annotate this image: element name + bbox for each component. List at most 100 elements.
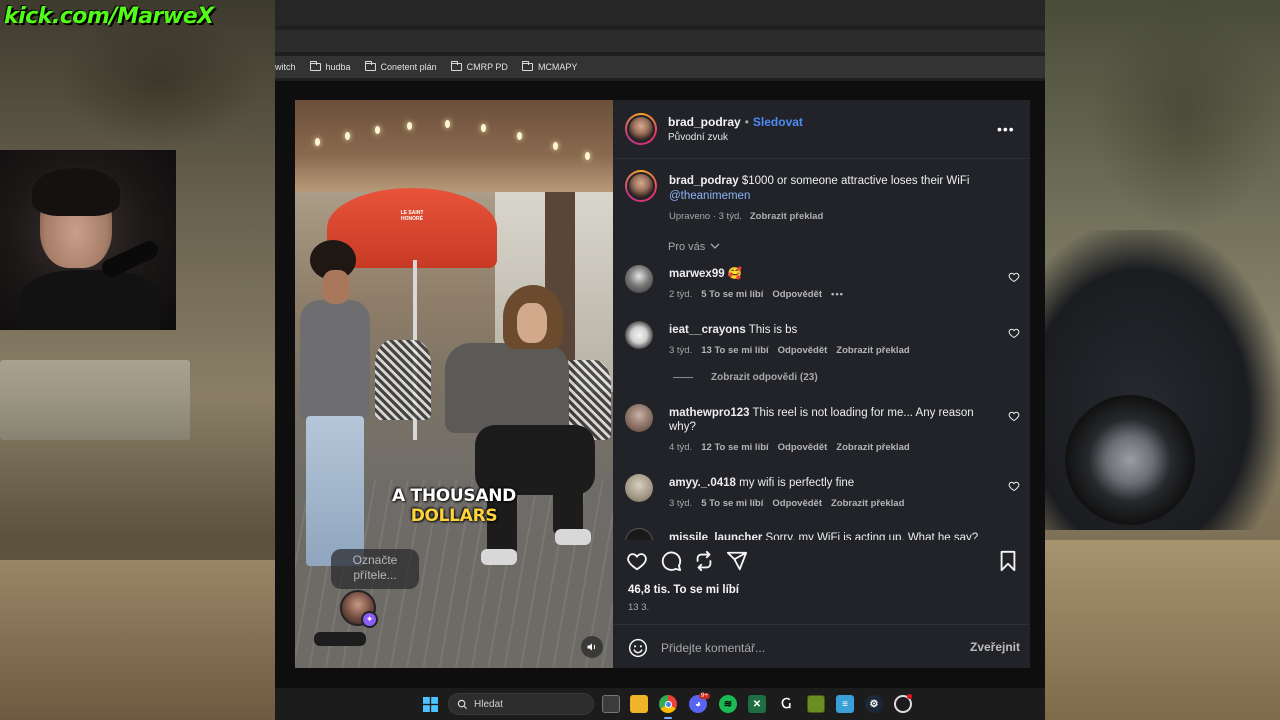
emoji-icon[interactable] <box>628 638 648 658</box>
comment-meta: 3 týd. 13 To se mi líbí Odpovědět Zobrazit … <box>669 345 919 356</box>
reply-button[interactable]: Odpovědět <box>778 345 828 356</box>
caption-author-avatar[interactable] <box>625 170 657 202</box>
translate-link[interactable]: Zobrazit překlad <box>836 442 909 453</box>
commenter-avatar[interactable] <box>625 404 653 432</box>
commenter-avatar[interactable] <box>625 474 653 502</box>
caption-line-1: A THOUSAND <box>392 486 516 506</box>
commenter-avatar[interactable] <box>625 528 653 540</box>
video-chair <box>375 340 431 420</box>
speaker-icon <box>587 643 596 651</box>
search-label: Hledat <box>474 698 503 710</box>
heart-icon[interactable] <box>626 550 648 572</box>
streamer-webcam <box>0 150 176 330</box>
bookmark-folder[interactable]: MCMAPY <box>521 61 577 72</box>
bookmark-icon[interactable] <box>997 550 1019 572</box>
comment-bar-divider <box>613 624 1030 625</box>
reply-button[interactable]: Odpovědět <box>772 289 822 300</box>
repost-icon[interactable] <box>693 550 715 572</box>
for-you-label: Pro vás <box>668 241 706 253</box>
comment-text: 🥰 <box>727 268 743 280</box>
bookmark-label: CMRP PD <box>466 62 508 72</box>
for-you-dropdown[interactable]: Pro vás <box>668 241 720 253</box>
comments-clip: missile_launcher Sorry, my WiFi is actin… <box>613 528 1030 540</box>
video-string-lights <box>295 108 613 168</box>
send-icon[interactable] <box>726 550 748 572</box>
chrome-active-indicator <box>664 717 672 719</box>
translate-link[interactable]: Zobrazit překlad <box>836 345 909 356</box>
excel-icon[interactable]: ✕ <box>748 695 766 713</box>
bookmarks-bar: witch hudba Conetent plán CMRP PD MCMAPY <box>275 56 1045 78</box>
notification-dot <box>907 694 912 699</box>
stream-palm-right <box>1090 0 1280 230</box>
comment-text: my wifi is perfectly fine <box>739 477 855 489</box>
post-details-pane: brad_podray • Sledovat Původní zvuk ••• br… <box>613 100 1030 668</box>
notepad-icon[interactable]: ≡ <box>836 695 854 713</box>
comment-like-icon[interactable] <box>1008 410 1020 422</box>
windows-start-icon[interactable] <box>423 697 438 712</box>
comment-likes[interactable]: 12 To se mi líbí <box>701 442 768 453</box>
reply-button[interactable]: Odpovědět <box>778 442 828 453</box>
bookmark-folder[interactable]: hudba <box>309 61 351 72</box>
caption-text: $1000 or someone attractive loses their … <box>741 175 970 187</box>
tag-friend-bubble[interactable]: Označte přítele... <box>331 549 419 589</box>
caption-username[interactable]: brad_podray <box>669 175 739 187</box>
stream-bench <box>0 360 190 440</box>
caption-mention[interactable]: @theanimemen <box>669 190 750 202</box>
post-comment-button[interactable]: Zveřejnit <box>970 640 1020 654</box>
follow-button[interactable]: Sledovat <box>753 115 803 129</box>
task-view-icon[interactable] <box>602 695 620 713</box>
comment-username[interactable]: missile_launcher <box>669 532 762 540</box>
comment-likes[interactable]: 5 To se mi líbí <box>701 498 763 509</box>
add-comment-bar: Zveřejnit <box>613 628 1030 668</box>
comment-age: 2 týd. <box>669 289 693 300</box>
minecraft-icon[interactable] <box>807 695 825 713</box>
spotify-icon[interactable]: ≋ <box>719 695 737 713</box>
likes-count[interactable]: 46,8 tis. To se mi líbí <box>628 584 739 596</box>
audio-label[interactable]: Původní zvuk <box>668 132 728 143</box>
comment-username[interactable]: mathewpro123 <box>669 407 750 419</box>
mute-button[interactable] <box>581 636 603 658</box>
separator-dot: • <box>744 115 749 129</box>
taskbar-search[interactable]: Hledat <box>448 693 594 715</box>
search-icon <box>457 699 468 709</box>
comment-more-icon[interactable]: ••• <box>831 289 844 300</box>
view-replies-toggle[interactable]: Zobrazit odpovědi (23) <box>673 372 818 383</box>
g-app-icon[interactable]: Ⴚ <box>777 695 795 713</box>
caption-meta: Upraveno · 3 týd. Zobrazit překlad <box>669 209 1009 224</box>
reply-button[interactable]: Odpovědět <box>772 498 822 509</box>
comment-body: amyy._.0418 my wifi is perfectly fine <box>669 476 981 490</box>
steam-icon[interactable]: ⚙ <box>865 695 883 713</box>
comment-like-icon[interactable] <box>1008 327 1020 339</box>
folder-icon <box>450 61 462 71</box>
bookmark-folder[interactable]: CMRP PD <box>450 61 508 72</box>
commenter-avatar[interactable] <box>625 265 653 293</box>
comment-like-icon[interactable] <box>1008 480 1020 492</box>
translate-link[interactable]: Zobrazit překlad <box>831 498 904 509</box>
bookmark-folder[interactable]: Conetent plán <box>364 61 437 72</box>
comment-username[interactable]: ieat__crayons <box>669 324 746 336</box>
post-date: 13 3. <box>628 602 650 613</box>
comment-likes[interactable]: 5 To se mi líbí <box>701 289 763 300</box>
post-actions <box>613 540 1030 580</box>
chrome-icon[interactable] <box>659 695 677 713</box>
author-avatar[interactable] <box>625 113 657 145</box>
author-username[interactable]: brad_podray <box>668 115 741 129</box>
comment-age: 3 týd. <box>669 498 693 509</box>
comment-like-icon[interactable] <box>1008 271 1020 283</box>
file-explorer-icon[interactable] <box>630 695 648 713</box>
more-options-icon[interactable]: ••• <box>997 122 1015 136</box>
comment-username[interactable]: amyy._.0418 <box>669 477 736 489</box>
comment-username[interactable]: marwex99 <box>669 268 725 280</box>
post-caption: brad_podray $1000 or someone attractive … <box>669 174 1009 224</box>
chevron-down-icon <box>710 243 720 249</box>
bookmark-item[interactable]: witch <box>275 62 296 72</box>
comment-likes[interactable]: 13 To se mi líbí <box>701 345 768 356</box>
comment-icon[interactable] <box>660 550 682 572</box>
comment-input[interactable] <box>661 639 951 657</box>
browser-address-bar[interactable] <box>275 30 1045 52</box>
caption-translate-link[interactable]: Zobrazit překlad <box>750 211 823 222</box>
comment-text: Sorry, my WiFi is acting up. What he say… <box>765 532 979 540</box>
browser-tab-strip[interactable] <box>275 0 1045 26</box>
folder-icon <box>521 61 533 71</box>
commenter-avatar[interactable] <box>625 321 653 349</box>
